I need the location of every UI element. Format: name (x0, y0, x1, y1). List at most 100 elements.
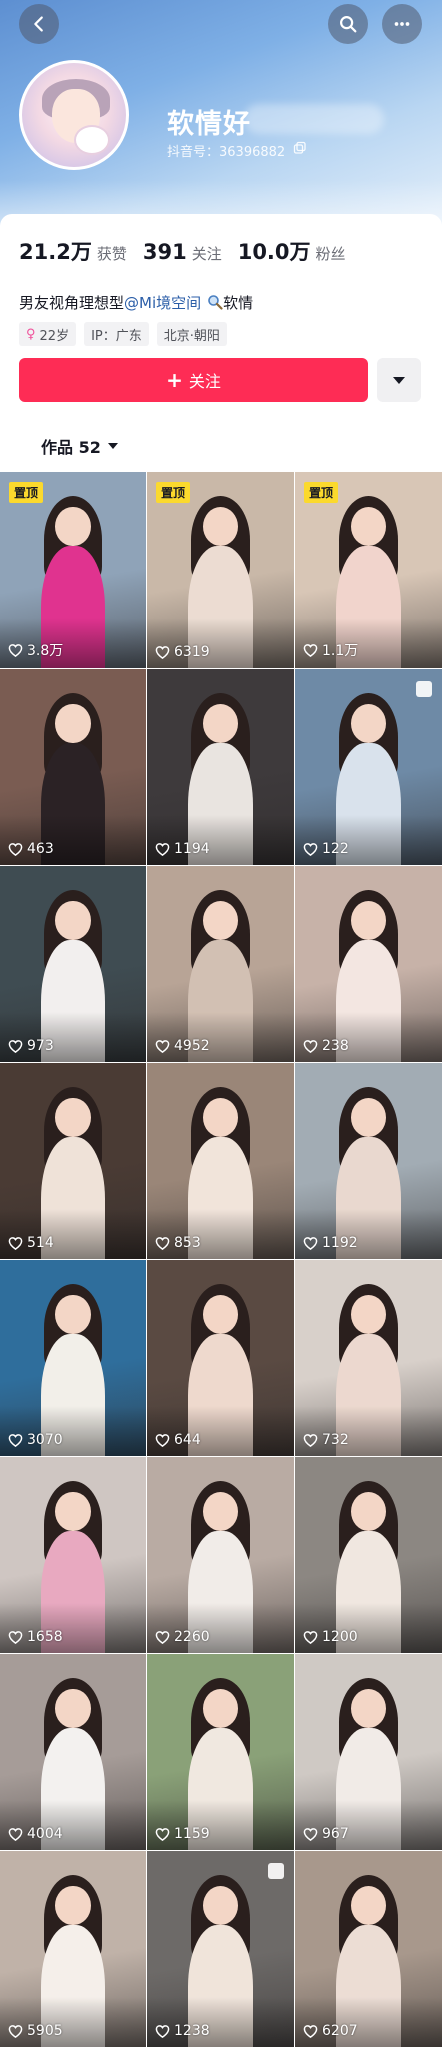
video-tile[interactable]: 1159 (147, 1654, 294, 1850)
heart-outline-icon (8, 2024, 23, 2038)
video-tile[interactable]: 514 (0, 1063, 146, 1259)
video-tile[interactable]: 3070 (0, 1260, 146, 1456)
video-tile[interactable]: 2260 (147, 1457, 294, 1653)
heart-outline-icon (303, 643, 318, 657)
heart-outline-icon (303, 1630, 318, 1644)
tag-age: ♀ 22岁 (19, 322, 77, 346)
video-tile[interactable]: 1200 (295, 1457, 442, 1653)
tile-like-count: 1194 (155, 841, 210, 857)
tile-like-count-text: 3070 (27, 1432, 63, 1448)
follow-button[interactable]: + 关注 (19, 358, 368, 402)
tile-like-count-text: 1192 (322, 1235, 358, 1251)
username: 软情好 (167, 109, 251, 140)
heart-outline-icon (303, 2024, 318, 2038)
tile-like-count: 5905 (8, 2023, 63, 2039)
heart-outline-icon (8, 842, 23, 856)
video-tile[interactable]: 238 (295, 866, 442, 1062)
thumbnail-face (55, 1492, 91, 1532)
stat-likes-label: 获赞 (96, 245, 127, 263)
video-tile[interactable]: 644 (147, 1260, 294, 1456)
tab-works[interactable]: 作品 52 (41, 434, 118, 458)
stats-row: 21.2万 获赞 391 关注 10.0万 粉丝 (19, 236, 362, 266)
video-tile[interactable]: 置顶 6319 (147, 472, 294, 668)
thumbnail-shade (0, 1800, 146, 1850)
video-tile[interactable]: 732 (295, 1260, 442, 1456)
heart-outline-icon (303, 842, 318, 856)
thumbnail-face (55, 704, 91, 744)
chevron-left-icon (34, 16, 43, 32)
video-tile[interactable]: 973 (0, 866, 146, 1062)
stat-likes[interactable]: 21.2万 获赞 (19, 236, 127, 266)
stat-following[interactable]: 391 关注 (143, 240, 222, 264)
tag-ip-text: IP：广东 (91, 328, 142, 344)
tab-works-label: 作品 52 (41, 438, 101, 457)
tile-like-count: 1159 (155, 1826, 210, 1842)
thumbnail-shade (0, 1209, 146, 1259)
multi-image-icon (416, 681, 432, 697)
tile-like-count: 463 (8, 841, 54, 857)
thumbnail-shade (295, 1209, 442, 1259)
stat-followers-label: 粉丝 (315, 245, 346, 263)
tile-like-count: 2260 (155, 1629, 210, 1645)
copy-icon[interactable] (293, 141, 307, 155)
profile-page: 软情好 抖音号：36396882 21.2万 获赞 391 关注 10.0万 粉… (0, 0, 442, 2048)
multi-image-icon (268, 1863, 284, 1879)
heart-outline-icon (155, 1827, 170, 1841)
bio-suffix: 软情 (223, 294, 254, 312)
thumbnail-shade (147, 1800, 294, 1850)
video-tile[interactable]: 853 (147, 1063, 294, 1259)
tile-like-count: 514 (8, 1235, 54, 1251)
video-tile[interactable]: 1194 (147, 669, 294, 865)
follow-label: 关注 (188, 372, 221, 391)
tile-like-count-text: 732 (322, 1432, 349, 1448)
video-tile[interactable]: 967 (295, 1654, 442, 1850)
back-button[interactable] (19, 4, 59, 44)
tile-like-count: 6319 (155, 644, 210, 660)
heart-outline-icon (8, 1827, 23, 1841)
pinned-badge: 置顶 (156, 482, 191, 503)
tile-like-count: 967 (303, 1826, 349, 1842)
heart-outline-icon (303, 1827, 318, 1841)
search-button[interactable] (328, 4, 368, 44)
video-tile[interactable]: 4952 (147, 866, 294, 1062)
tile-like-count-text: 1200 (322, 1629, 358, 1645)
tile-like-count: 1.1万 (303, 640, 358, 660)
plus-icon: + (166, 368, 183, 392)
video-tile[interactable]: 置顶 3.8万 (0, 472, 146, 668)
tag-location[interactable]: 北京·朝阳 (156, 322, 227, 346)
avatar-plush (74, 125, 110, 155)
thumbnail-shade (295, 815, 442, 865)
stat-followers-num: 10.0万 (237, 240, 311, 264)
tile-like-count-text: 514 (27, 1235, 54, 1251)
video-tile[interactable]: 463 (0, 669, 146, 865)
search-icon (340, 16, 357, 33)
more-button[interactable] (382, 4, 422, 44)
thumbnail-shade (147, 1603, 294, 1653)
thumbnail-shade (0, 1012, 146, 1062)
thumbnail-shade (0, 1406, 146, 1456)
video-tile[interactable]: 5905 (0, 1851, 146, 2047)
video-tile[interactable]: 1658 (0, 1457, 146, 1653)
video-tile[interactable]: 置顶 1.1万 (295, 472, 442, 668)
tile-like-count-text: 2260 (174, 1629, 210, 1645)
video-tile[interactable]: 4004 (0, 1654, 146, 1850)
recommend-dropdown-button[interactable] (377, 358, 421, 402)
thumbnail-face (55, 1886, 91, 1926)
video-tile[interactable]: 1192 (295, 1063, 442, 1259)
tile-like-count-text: 122 (322, 841, 349, 857)
bio: 男友视角理想型@Mi境空间 软情 (19, 292, 253, 313)
heart-outline-icon (155, 2024, 170, 2038)
video-tile[interactable]: 6207 (295, 1851, 442, 2047)
tag-age-text: 22岁 (39, 328, 70, 344)
heart-outline-icon (155, 1039, 170, 1053)
thumbnail-shade (295, 1603, 442, 1653)
tile-like-count-text: 973 (27, 1038, 54, 1054)
bio-mention-link[interactable]: @Mi境空间 (124, 294, 201, 312)
video-tile[interactable]: 122 (295, 669, 442, 865)
video-tile[interactable]: 1238 (147, 1851, 294, 2047)
thumbnail-face (55, 901, 91, 941)
heart-outline-icon (8, 643, 23, 657)
avatar[interactable] (19, 60, 129, 170)
thumbnail-shade (147, 815, 294, 865)
stat-followers[interactable]: 10.0万 粉丝 (238, 236, 346, 266)
